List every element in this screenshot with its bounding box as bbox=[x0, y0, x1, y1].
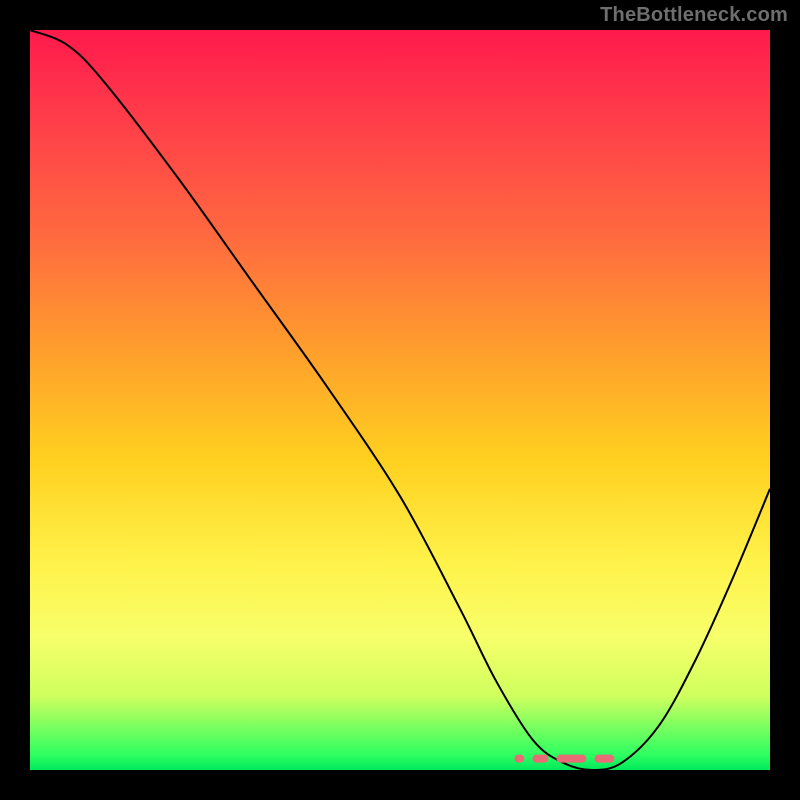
plot-area bbox=[30, 30, 770, 770]
bottleneck-curve bbox=[30, 30, 770, 770]
curve-layer bbox=[30, 30, 770, 770]
chart-container: TheBottleneck.com bbox=[0, 0, 800, 800]
attribution-label: TheBottleneck.com bbox=[600, 4, 788, 27]
